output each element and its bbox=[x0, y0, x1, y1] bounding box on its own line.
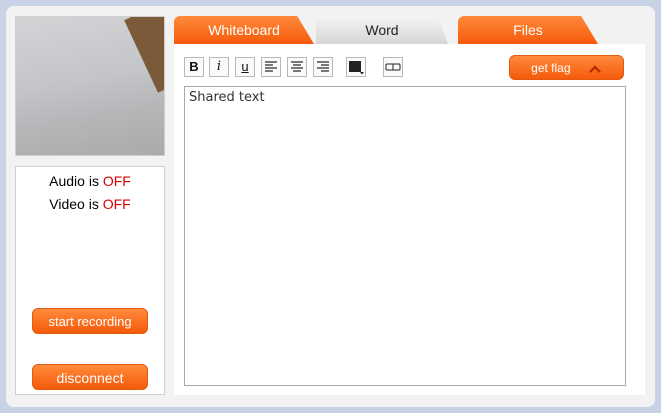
shared-text-editor[interactable]: Shared text bbox=[184, 86, 626, 386]
start-recording-button[interactable]: start recording bbox=[32, 308, 148, 334]
video-status: Video is OFF bbox=[16, 196, 164, 212]
link-icon bbox=[385, 63, 401, 71]
get-flag-label: get flag bbox=[531, 61, 571, 75]
disconnect-button[interactable]: disconnect bbox=[32, 364, 148, 390]
align-right-icon bbox=[317, 61, 329, 72]
audio-status-value: OFF bbox=[102, 173, 131, 189]
color-picker-icon bbox=[349, 61, 364, 75]
align-left-button[interactable] bbox=[261, 57, 281, 77]
align-center-button[interactable] bbox=[287, 57, 307, 77]
align-right-button[interactable] bbox=[313, 57, 333, 77]
underline-button[interactable]: u bbox=[235, 57, 255, 77]
chevron-up-icon bbox=[589, 65, 601, 73]
webcam-video bbox=[15, 16, 165, 156]
tab-whiteboard[interactable]: Whiteboard bbox=[174, 16, 314, 44]
status-panel: Audio is OFF Video is OFF bbox=[15, 166, 165, 395]
video-status-label: Video is bbox=[49, 196, 103, 212]
bold-button[interactable]: B bbox=[184, 57, 204, 77]
align-center-icon bbox=[291, 61, 303, 72]
tab-word[interactable]: Word bbox=[316, 16, 448, 44]
tab-files[interactable]: Files bbox=[458, 16, 598, 44]
insert-link-button[interactable] bbox=[383, 57, 403, 77]
italic-button[interactable]: i bbox=[209, 57, 229, 77]
text-color-button[interactable] bbox=[346, 57, 366, 77]
audio-status: Audio is OFF bbox=[16, 173, 164, 189]
align-left-icon bbox=[265, 61, 277, 72]
get-flag-button[interactable]: get flag bbox=[509, 55, 624, 80]
video-status-value: OFF bbox=[102, 196, 131, 212]
audio-status-label: Audio is bbox=[49, 173, 103, 189]
